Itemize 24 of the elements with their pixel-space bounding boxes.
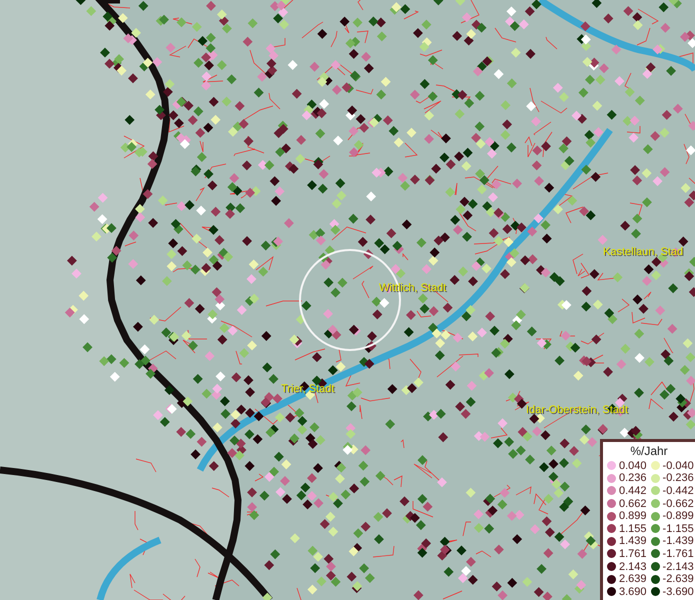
- legend-value: -1.439: [662, 535, 694, 548]
- legend-value: -0.236: [662, 472, 694, 484]
- legend-value: 0.236: [619, 472, 647, 484]
- place-label: Kastellaun, Stad: [603, 246, 684, 258]
- legend-value: 0.442: [619, 484, 647, 497]
- legend-value: -0.040: [662, 460, 694, 472]
- legend-value: 3.690: [619, 586, 647, 598]
- legend-value: 0.662: [619, 498, 647, 510]
- legend-value: -1.155: [662, 522, 694, 535]
- legend-title: %/Jahr: [629, 444, 669, 458]
- legend-value: 0.040: [619, 460, 647, 472]
- legend-value: 1.761: [619, 548, 647, 560]
- legend-value: -2.143: [662, 560, 694, 573]
- legend-value: -0.899: [662, 510, 694, 522]
- legend-value: -0.662: [662, 498, 694, 510]
- legend-value: 2.639: [619, 573, 647, 586]
- legend-value: -3.690: [662, 586, 694, 598]
- legend-value: -2.639: [662, 573, 694, 586]
- legend-value: -0.442: [662, 484, 694, 497]
- legend-value: 0.899: [619, 510, 647, 522]
- legend-value: 1.439: [619, 535, 647, 548]
- legend-value: 2.143: [619, 560, 647, 573]
- legend-value: 1.155: [619, 522, 647, 535]
- legend-value: -1.761: [662, 548, 694, 560]
